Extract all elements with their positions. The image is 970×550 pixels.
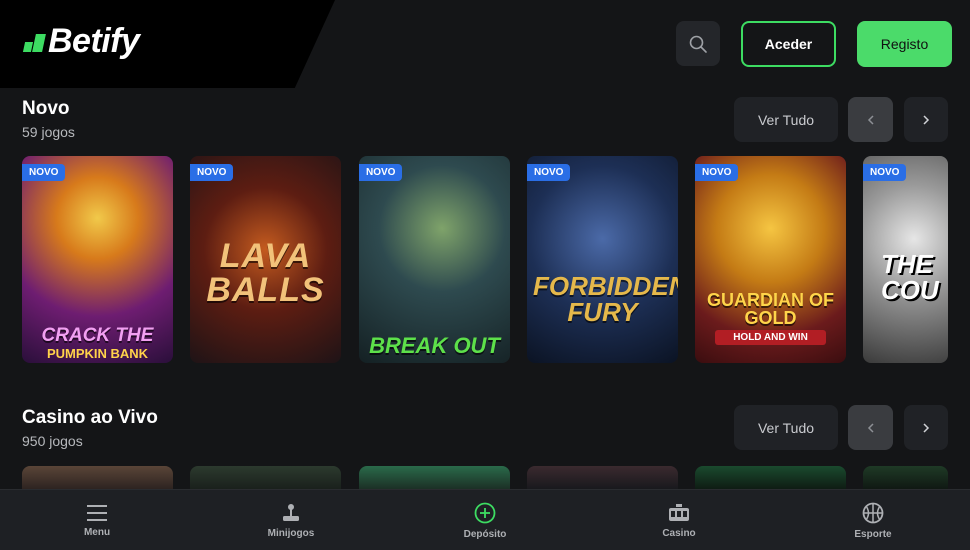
game-card[interactable]: NOVO GUARDIAN OF GOLD HOLD AND WIN [695,156,846,363]
nav-label: Menu [83,526,111,538]
game-subtitle: PUMPKIN BANK [46,346,149,361]
slot-machine-icon [669,503,689,521]
game-card[interactable]: NOVO CRACK THE PUMPKIN BANK [22,156,173,363]
top-header: Betify Aceder Registo [0,0,970,88]
new-badge: NOVO [190,164,234,181]
live-game-card[interactable] [22,466,173,490]
carousel-prev-button[interactable] [848,97,893,142]
game-title: LAVA BALLS [206,237,325,309]
logo-mark-icon [20,30,46,54]
brand-name: Betify [48,22,140,60]
chevron-left-icon [867,114,874,125]
view-all-button[interactable]: Ver Tudo [734,97,838,142]
joystick-icon [283,503,299,521]
nav-item-esporte[interactable]: Esporte [813,490,933,550]
nav-label: Casino [662,527,696,539]
basketball-icon [862,502,884,523]
nav-label: Depósito [463,528,507,540]
game-title: GUARDIAN OF GOLD [707,290,834,328]
nav-label: Minijogos [267,527,315,539]
new-badge: NOVO [527,164,571,181]
game-title: CRACK THE [41,325,154,346]
search-icon [689,35,707,53]
new-badge: NOVO [359,164,403,181]
chevron-left-icon [867,422,874,433]
login-button[interactable]: Aceder [741,21,836,67]
new-badge: NOVO [863,164,907,181]
game-card[interactable]: NOVO THE COU [863,156,948,363]
nav-item-deposito[interactable]: Depósito [425,490,545,550]
game-card[interactable]: NOVO FORBIDDEN FURY [527,156,678,363]
live-game-card[interactable] [359,466,510,490]
new-badge: NOVO [22,164,66,181]
chevron-right-icon [923,422,930,433]
game-title: BREAK OUT [369,333,500,358]
plus-circle-icon [474,502,496,523]
section-title-novo: Novo [22,98,70,119]
live-game-card[interactable] [527,466,678,490]
live-game-card[interactable] [190,466,341,490]
brand-logo[interactable]: Betify [20,22,140,61]
carousel-next-button[interactable] [904,97,948,142]
menu-icon [87,504,107,521]
carousel-prev-button[interactable] [848,405,893,450]
view-all-button[interactable]: Ver Tudo [734,405,838,450]
bottom-nav: Menu Minijogos Depósito Casino Esporte [0,489,970,550]
search-button[interactable] [676,21,720,66]
game-title: THE COU [881,249,939,305]
section-count-live-casino: 950 jogos [22,433,83,449]
game-card[interactable]: NOVO BREAK OUT [359,156,510,363]
game-subtitle: HOLD AND WIN [715,330,826,345]
game-card[interactable]: NOVO LAVA BALLS [190,156,341,363]
section-title-live-casino: Casino ao Vivo [22,407,158,428]
nav-item-minijogos[interactable]: Minijogos [231,490,351,550]
register-button[interactable]: Registo [857,21,952,67]
nav-item-casino[interactable]: Casino [619,490,739,550]
nav-item-menu[interactable]: Menu [37,490,157,550]
chevron-right-icon [923,114,930,125]
live-game-card[interactable] [863,466,948,490]
new-badge: NOVO [695,164,739,181]
section-count-novo: 59 jogos [22,124,75,140]
live-game-card[interactable] [695,466,846,490]
game-title: FORBIDDEN FURY [533,271,678,327]
carousel-next-button[interactable] [904,405,948,450]
nav-label: Esporte [854,528,892,540]
